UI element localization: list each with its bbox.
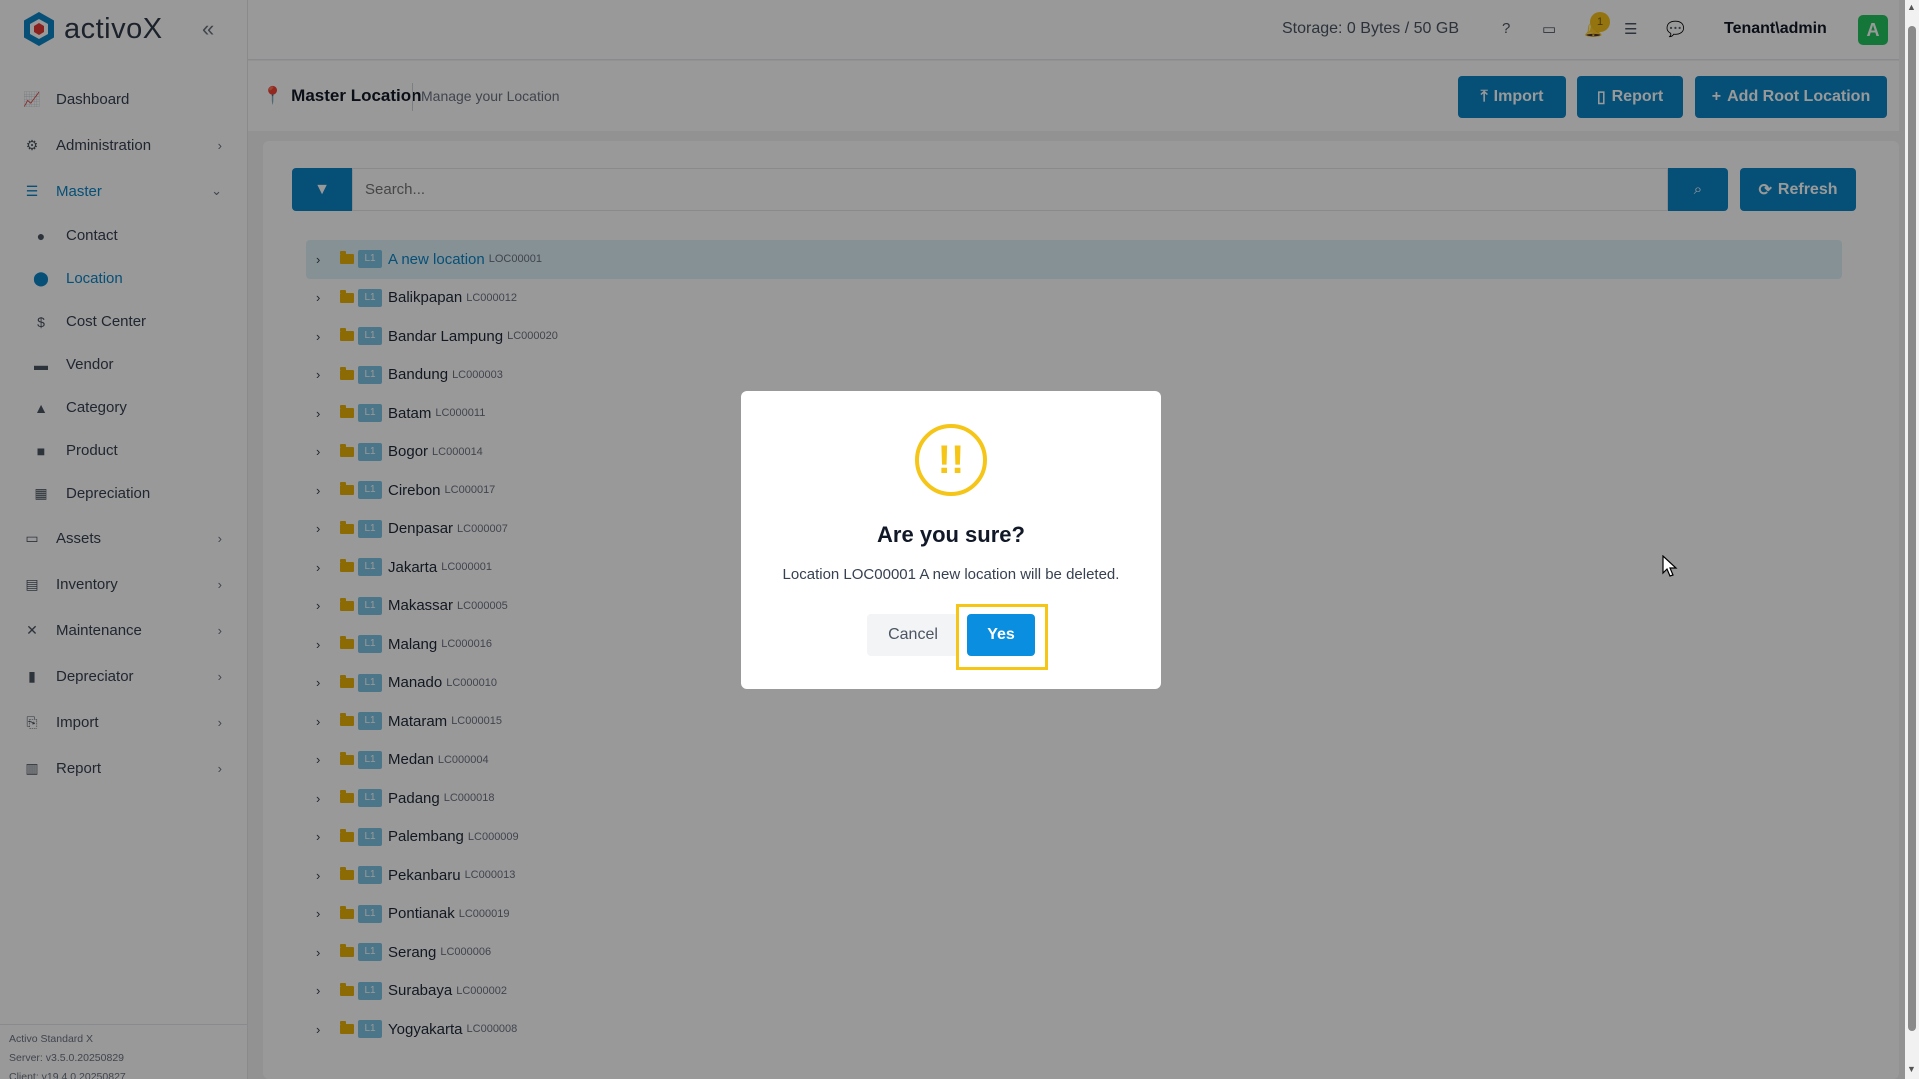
scroll-down-icon[interactable]: ▼ xyxy=(1907,1064,1916,1074)
cancel-button[interactable]: Cancel xyxy=(867,614,959,656)
scrollbar-thumb[interactable] xyxy=(1908,26,1916,1031)
mouse-cursor-icon xyxy=(1662,555,1678,577)
yes-button[interactable]: Yes xyxy=(967,614,1035,656)
dialog-message: Location LOC00001 A new location will be… xyxy=(782,566,1120,583)
warning-icon: !! xyxy=(915,424,987,496)
confirm-delete-dialog: !! Are you sure? Location LOC00001 A new… xyxy=(741,391,1161,689)
page-scrollbar[interactable]: ▲ ▼ xyxy=(1905,0,1919,1079)
scroll-up-icon[interactable]: ▲ xyxy=(1907,2,1916,12)
dialog-title: Are you sure? xyxy=(877,522,1025,547)
